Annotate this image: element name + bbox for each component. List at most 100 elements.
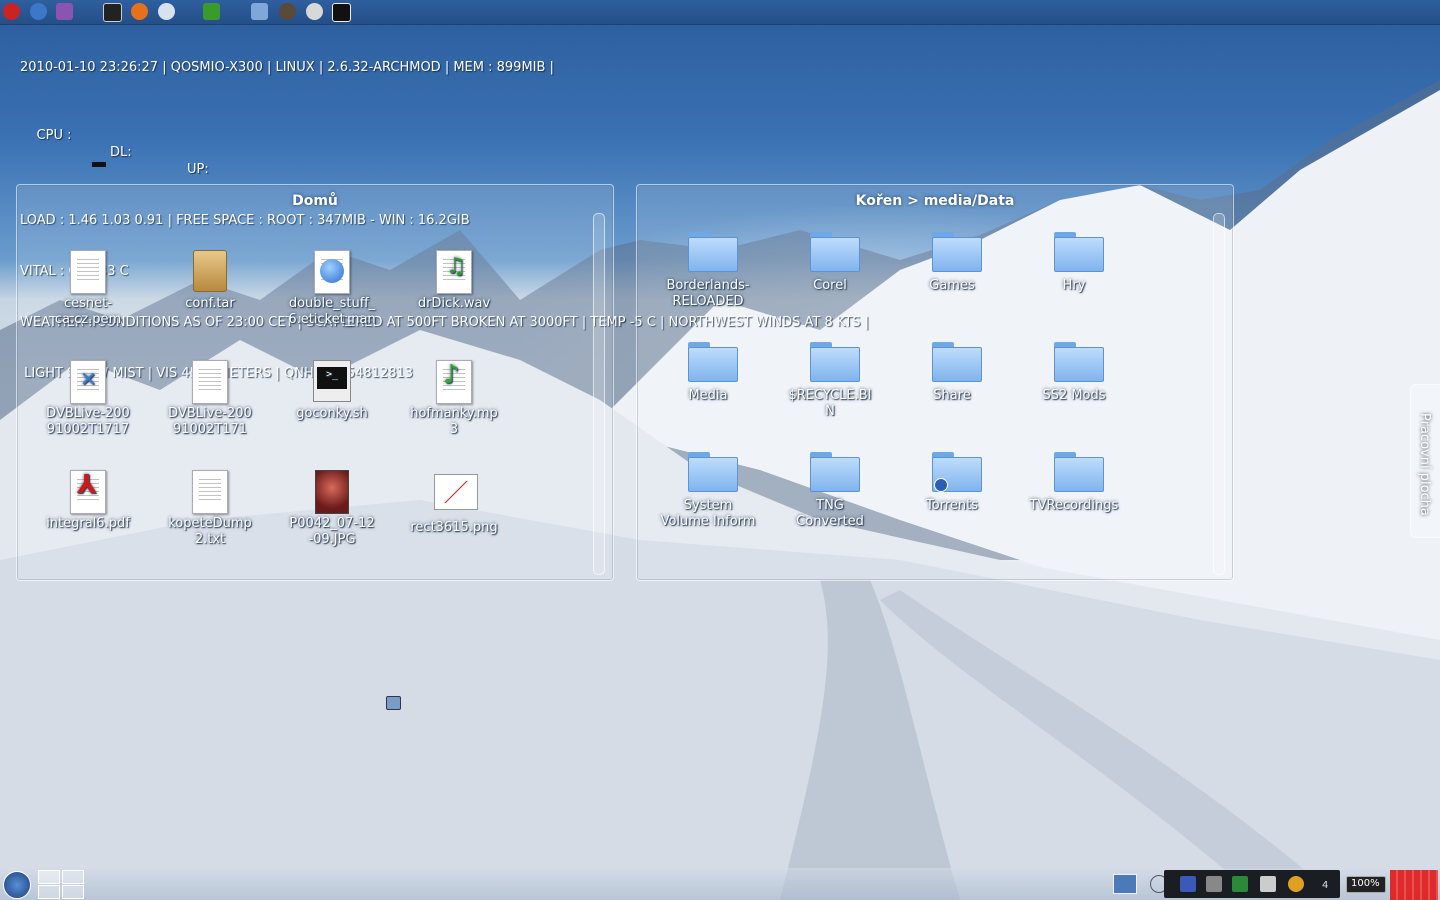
file-item[interactable]: ♫ drDick.wav [402, 250, 506, 312]
update-icon[interactable] [1288, 876, 1304, 892]
cpu-load-graph-icon[interactable] [1390, 870, 1438, 900]
mascot-icon[interactable] [306, 3, 323, 20]
home-folder-title: Domů [292, 193, 338, 209]
folder-label: Borderlands- RELOADED [666, 278, 750, 309]
video-file-icon: ✕ [70, 360, 106, 404]
file-item[interactable]: ✕ DVBLive-200 91002T1717 [36, 360, 140, 438]
folder-icon [810, 342, 860, 382]
folder-icon [932, 342, 982, 382]
conky-cpu-label: CPU : [36, 128, 72, 143]
shared-folder-icon [932, 452, 982, 492]
home-folder-scrollbar[interactable] [593, 213, 605, 575]
terminal-icon[interactable] [103, 3, 122, 22]
file-label: integral6.pdf [46, 516, 130, 531]
file-item[interactable]: >_ goconky.sh [280, 360, 384, 422]
data-folder-title: Kořen > media/Data [855, 193, 1015, 209]
folder-item[interactable]: Corel [778, 232, 882, 294]
folder-icon [688, 232, 738, 272]
qt-designer-icon[interactable] [203, 3, 220, 20]
pager-desktop-1[interactable] [38, 870, 60, 884]
folder-icon [688, 342, 738, 382]
folder-icon [932, 232, 982, 272]
folder-item[interactable]: Torrents [900, 452, 1004, 514]
folder-label: TNG Converted [796, 498, 864, 529]
data-folder-scrollbar[interactable] [1213, 213, 1225, 575]
file-label: rect3615.png [410, 520, 498, 535]
browser-icon[interactable] [30, 3, 47, 20]
desktop-toolbox-label: Pracovní plocha [1417, 413, 1432, 516]
folder-label: Share [933, 388, 971, 403]
file-item[interactable]: conf.tar [158, 250, 262, 312]
terminal-script-icon: >_ [313, 360, 351, 402]
folder-item[interactable]: Borderlands- RELOADED [656, 232, 760, 310]
folder-icon [1054, 342, 1104, 382]
folder-item[interactable]: SS2 Mods [1022, 342, 1126, 404]
kde-menu-icon[interactable] [3, 871, 31, 899]
messenger-icon[interactable] [56, 3, 73, 20]
desktop-small-icon[interactable] [386, 696, 401, 710]
folder-label: SS2 Mods [1042, 388, 1106, 403]
file-label: P0042_07-12 -09.JPG [289, 516, 375, 547]
folder-icon [810, 232, 860, 272]
folder-item[interactable]: $RECYCLE.BI N [778, 342, 882, 420]
file-label: drDick.wav [417, 296, 491, 311]
opera-icon[interactable] [3, 3, 20, 20]
desktop-number[interactable]: 4 [1322, 880, 1328, 891]
folder-item[interactable]: Hry [1022, 232, 1126, 294]
gimp-icon[interactable] [279, 3, 296, 20]
show-desktop-icon[interactable] [1113, 874, 1137, 894]
folder-item[interactable]: TVRecordings [1022, 452, 1126, 514]
file-label: DVBLive-200 91002T1717 [46, 406, 130, 437]
file-item[interactable]: ♪ hofmanky.mp 3 [402, 360, 506, 438]
folder-item[interactable]: System Volume Inform [656, 452, 760, 530]
file-item[interactable]: cesnet- ca.cz.pem [36, 250, 140, 328]
video-editor-icon[interactable] [332, 3, 351, 22]
pager-desktop-4[interactable] [62, 885, 84, 899]
file-item[interactable]: rect3615.png [402, 470, 506, 536]
folder-label: Corel [813, 278, 847, 293]
conky-dl-label: DL: [110, 145, 132, 160]
folder-label: TVRecordings [1029, 498, 1119, 513]
folder-icon [688, 452, 738, 492]
folder-item[interactable]: Share [900, 342, 1004, 404]
pager-desktop-3[interactable] [38, 885, 60, 899]
file-item[interactable]: DVBLive-200 91002T171 [158, 360, 262, 438]
system-tray: 4 [1164, 870, 1340, 898]
archive-icon [193, 250, 227, 292]
battery-indicator[interactable]: 100% [1346, 876, 1386, 893]
music-file-icon: ♪ [436, 360, 472, 404]
pdf-icon: ⅄ [70, 470, 106, 514]
folder-item[interactable]: TNG Converted [778, 452, 882, 530]
file-item[interactable]: double_stuff_ 6.eticket_nan [280, 250, 384, 328]
folder-item[interactable]: Games [900, 232, 1004, 294]
desktop-toolbox-tab[interactable]: Pracovní plocha [1410, 384, 1440, 538]
file-item[interactable]: P0042_07-12 -09.JPG [280, 470, 384, 548]
folder-label: Hry [1062, 278, 1086, 293]
folder-label: $RECYCLE.BI N [788, 388, 872, 419]
download-icon[interactable] [1260, 876, 1276, 892]
network-icon[interactable] [1180, 876, 1196, 892]
audio-file-icon: ♫ [436, 250, 472, 294]
pager-desktop-2[interactable] [62, 870, 84, 884]
top-launcher-bar [0, 0, 1440, 25]
text-document-icon [192, 360, 228, 404]
text-document-icon [192, 470, 228, 514]
conky-line-status: 2010-01-10 23:26:27 | QOSMIO-X300 | LINU… [20, 60, 554, 75]
conky-graph-marker [92, 162, 106, 167]
file-item[interactable]: kopeteDump 2.txt [158, 470, 262, 548]
firefox-icon[interactable] [131, 3, 148, 20]
monitor-icon[interactable] [1232, 876, 1248, 892]
file-label: DVBLive-200 91002T171 [168, 406, 252, 437]
konqueror-icon[interactable] [158, 3, 175, 20]
file-label: double_stuff_ 6.eticket_nan [288, 296, 376, 327]
image-viewer-icon[interactable] [251, 3, 268, 20]
volume-icon[interactable] [1206, 876, 1222, 892]
file-item[interactable]: ⅄ integral6.pdf [36, 470, 140, 532]
folder-label: Torrents [926, 498, 978, 513]
folder-item[interactable]: Media [656, 342, 760, 404]
battery-percent: 100% [1351, 878, 1380, 889]
photo-thumbnail-icon [315, 470, 349, 514]
folder-label: Media [688, 388, 728, 403]
file-label: kopeteDump 2.txt [168, 516, 252, 547]
web-document-icon [314, 250, 350, 294]
